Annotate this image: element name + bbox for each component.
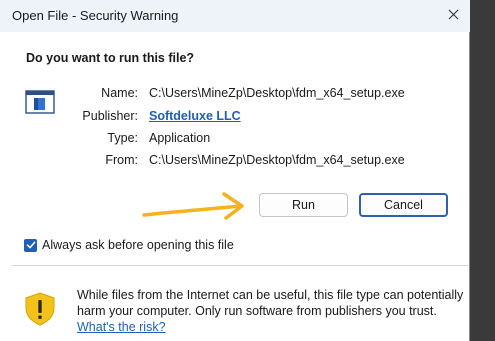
always-ask-label[interactable]: Always ask before opening this file <box>42 238 234 252</box>
checkmark-icon <box>26 239 36 253</box>
question-heading: Do you want to run this file? <box>26 51 195 65</box>
warning-text: While files from the Internet can be use… <box>77 287 464 335</box>
cancel-button-label: Cancel <box>384 198 423 212</box>
warning-line-1: While files from the Internet can be use… <box>77 288 464 302</box>
run-button-label: Run <box>292 198 315 212</box>
type-label: Type: <box>107 131 138 145</box>
warning-line-2: harm your computer. Only run software fr… <box>77 304 437 318</box>
always-ask-checkbox[interactable] <box>24 239 37 252</box>
type-value: Application <box>149 131 211 145</box>
security-warning-dialog: Open File - Security Warning Do you want… <box>0 0 470 341</box>
run-button[interactable]: Run <box>259 193 348 217</box>
close-icon <box>448 9 459 23</box>
publisher-label: Publisher: <box>82 109 138 123</box>
separator <box>12 265 468 266</box>
name-label: Name: <box>101 86 138 100</box>
from-label: From: <box>105 153 138 167</box>
from-value: C:\Users\MineZp\Desktop\fdm_x64_setup.ex… <box>149 153 405 167</box>
arrow-right-icon <box>140 188 252 227</box>
warning-shield-icon <box>24 292 56 329</box>
title-bar: Open File - Security Warning <box>0 0 470 32</box>
close-button[interactable] <box>436 0 470 32</box>
name-value: C:\Users\MineZp\Desktop\fdm_x64_setup.ex… <box>149 86 405 100</box>
cancel-button[interactable]: Cancel <box>359 193 448 217</box>
window-title: Open File - Security Warning <box>12 8 179 23</box>
publisher-link[interactable]: Softdeluxe LLC <box>149 109 241 123</box>
whats-the-risk-link[interactable]: What's the risk? <box>77 319 462 335</box>
